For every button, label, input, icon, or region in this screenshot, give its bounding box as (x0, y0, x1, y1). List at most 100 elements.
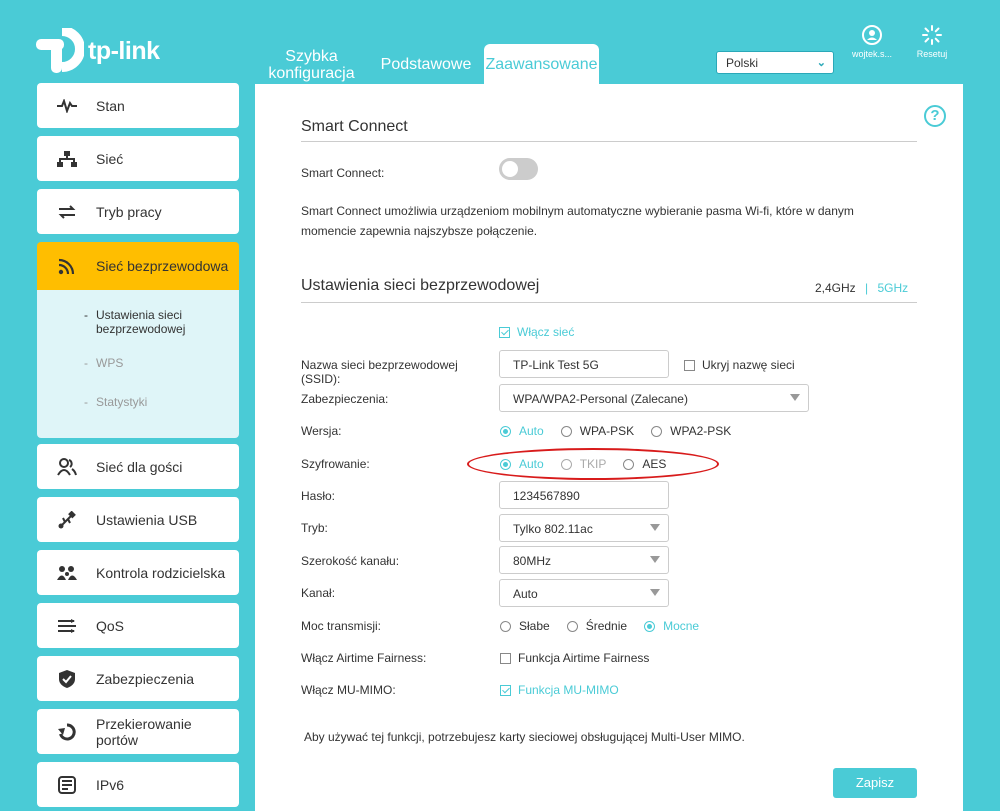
sidebar-item-guest-network[interactable]: Sieć dla gości (37, 444, 239, 489)
radio-label: WPA2-PSK (670, 424, 732, 438)
radio-dot (651, 425, 663, 437)
top-tabs: Szybka konfiguracja Podstawowe Zaawansow… (255, 44, 599, 84)
power-high-radio[interactable]: Mocne (644, 619, 699, 633)
mumimo-label: Włącz MU-MIMO: (301, 683, 396, 697)
sidebar-item-label: IPv6 (96, 776, 125, 793)
user-account-button[interactable]: wojtek.s... (844, 24, 900, 59)
sidebar-item-status[interactable]: Stan (37, 83, 239, 128)
wireless-submenu: - Ustawienia sieci bezprzewodowej - WPS … (37, 290, 239, 438)
submenu-wps[interactable]: - WPS (37, 356, 239, 370)
submenu-statistics[interactable]: - Statystyki (37, 395, 239, 409)
ssid-input[interactable]: TP-Link Test 5G (499, 350, 669, 378)
sidebar-item-operation-mode[interactable]: Tryb pracy (37, 189, 239, 234)
checkbox-label: Funkcja Airtime Fairness (518, 651, 650, 665)
radio-dot (560, 425, 572, 437)
divider (301, 141, 917, 142)
sidebar-item-wireless[interactable]: Sieć bezprzewodowa (37, 242, 239, 290)
reset-button[interactable]: Resetuj (910, 24, 954, 59)
mode-select[interactable]: Tylko 802.11ac (499, 514, 669, 542)
airtime-fairness-checkbox[interactable]: Funkcja Airtime Fairness (500, 651, 649, 665)
version-label: Wersja: (301, 424, 342, 438)
shield-icon (37, 669, 96, 688)
pulse-icon (37, 98, 96, 113)
ipv6-icon (37, 775, 96, 794)
checkbox-box (684, 359, 695, 371)
guests-icon (37, 457, 96, 476)
channel-width-select[interactable]: 80MHz (499, 546, 669, 574)
sidebar: Stan Sieć Tryb pracy Sieć bezprzewodowa … (37, 83, 239, 811)
radio-label: Mocne (663, 619, 700, 633)
submenu-label: WPS (96, 356, 124, 370)
channel-width-label: Szerokość kanału: (301, 554, 400, 568)
radio-label: Auto (519, 424, 544, 438)
user-label: wojtek.s... (851, 49, 892, 59)
highlight-ellipse (467, 448, 719, 480)
version-radio-group: Auto WPA-PSK WPA2-PSK (500, 424, 748, 438)
dropdown-arrow-icon (650, 589, 660, 596)
main-panel: ? Smart Connect Smart Connect: Smart Con… (255, 84, 963, 811)
mode-value: Tylko 802.11ac (513, 522, 593, 536)
dropdown-arrow-icon (650, 556, 660, 563)
wifi-icon (37, 257, 96, 275)
tp-link-logo: tp-link (36, 26, 160, 74)
sidebar-item-label: Ustawienia USB (96, 511, 198, 528)
version-wpa2-psk-radio[interactable]: WPA2-PSK (651, 424, 731, 438)
sidebar-item-label: Sieć (96, 150, 124, 167)
tab-quick-setup[interactable]: Szybka konfiguracja (255, 44, 368, 84)
hide-ssid-checkbox[interactable]: Ukryj nazwę sieci (684, 358, 795, 372)
language-value: Polski (726, 56, 759, 70)
smart-connect-toggle[interactable] (499, 158, 538, 180)
sidebar-item-qos[interactable]: QoS (37, 603, 239, 648)
smart-connect-description: Smart Connect umożliwia urządzeniom mobi… (301, 204, 854, 238)
channel-select[interactable]: Auto (499, 579, 669, 607)
sidebar-item-usb[interactable]: Ustawienia USB (37, 497, 239, 542)
sidebar-item-security[interactable]: Zabezpieczenia (37, 656, 239, 701)
smart-connect-title: Smart Connect (301, 118, 408, 135)
version-auto-radio[interactable]: Auto (500, 424, 544, 438)
logo-text: tp-link (88, 36, 160, 65)
sidebar-item-label: Zabezpieczenia (96, 670, 195, 687)
band-switch: 2,4GHz | 5GHz (815, 281, 908, 295)
mumimo-checkbox[interactable]: Funkcja MU-MIMO (500, 683, 619, 697)
sidebar-item-label: Sieć bezprzewodowa (96, 258, 229, 274)
dropdown-arrow-icon (790, 394, 800, 401)
tab-advanced[interactable]: Zaawansowane (484, 44, 599, 84)
checkbox-label: Ukryj nazwę sieci (702, 358, 795, 372)
security-select[interactable]: WPA/WPA2-Personal (Zalecane) (499, 384, 809, 412)
tab-basic[interactable]: Podstawowe (368, 44, 484, 84)
family-icon (37, 565, 96, 581)
mode-label: Tryb: (301, 521, 328, 535)
wireless-settings-title: Ustawienia sieci bezprzewodowej (301, 277, 540, 294)
security-value: WPA/WPA2-Personal (Zalecane) (513, 392, 688, 406)
divider (301, 302, 917, 303)
tx-power-radio-group: Słabe Średnie Mocne (500, 619, 716, 633)
save-button[interactable]: Zapisz (833, 768, 917, 798)
encryption-label: Szyfrowanie: (301, 457, 370, 471)
sidebar-item-parental-control[interactable]: Kontrola rodzicielska (37, 550, 239, 595)
radio-dot (644, 620, 656, 632)
sidebar-item-port-forwarding[interactable]: Przekierowanie portów (37, 709, 239, 754)
sidebar-item-label: Kontrola rodzicielska (96, 564, 226, 581)
toggle-knob (502, 161, 518, 177)
ssid-value: TP-Link Test 5G (513, 358, 599, 372)
chevron-down-icon: ⌄ (816, 57, 826, 69)
language-select[interactable]: Polski ⌄ (716, 51, 834, 74)
enable-network-checkbox[interactable]: Włącz sieć (499, 325, 574, 339)
checkbox-box (499, 326, 510, 338)
sidebar-item-network[interactable]: Sieć (37, 136, 239, 181)
sidebar-item-label: QoS (96, 617, 125, 634)
help-icon[interactable]: ? (924, 105, 946, 127)
submenu-wireless-settings[interactable]: - Ustawienia sieci bezprzewodowej (37, 308, 239, 336)
band-5ghz-link[interactable]: 5GHz (878, 281, 909, 295)
band-24ghz-link[interactable]: 2,4GHz (815, 281, 856, 295)
reset-icon (922, 25, 942, 45)
password-input[interactable]: 1234567890 (499, 481, 669, 509)
channel-width-value: 80MHz (513, 554, 552, 568)
tx-power-label: Moc transmisji: (301, 619, 382, 633)
radio-label: Słabe (519, 619, 550, 633)
usb-icon (37, 510, 96, 529)
version-wpa-psk-radio[interactable]: WPA-PSK (560, 424, 634, 438)
power-medium-radio[interactable]: Średnie (566, 619, 627, 633)
sidebar-item-ipv6[interactable]: IPv6 (37, 762, 239, 807)
power-low-radio[interactable]: Słabe (500, 619, 550, 633)
